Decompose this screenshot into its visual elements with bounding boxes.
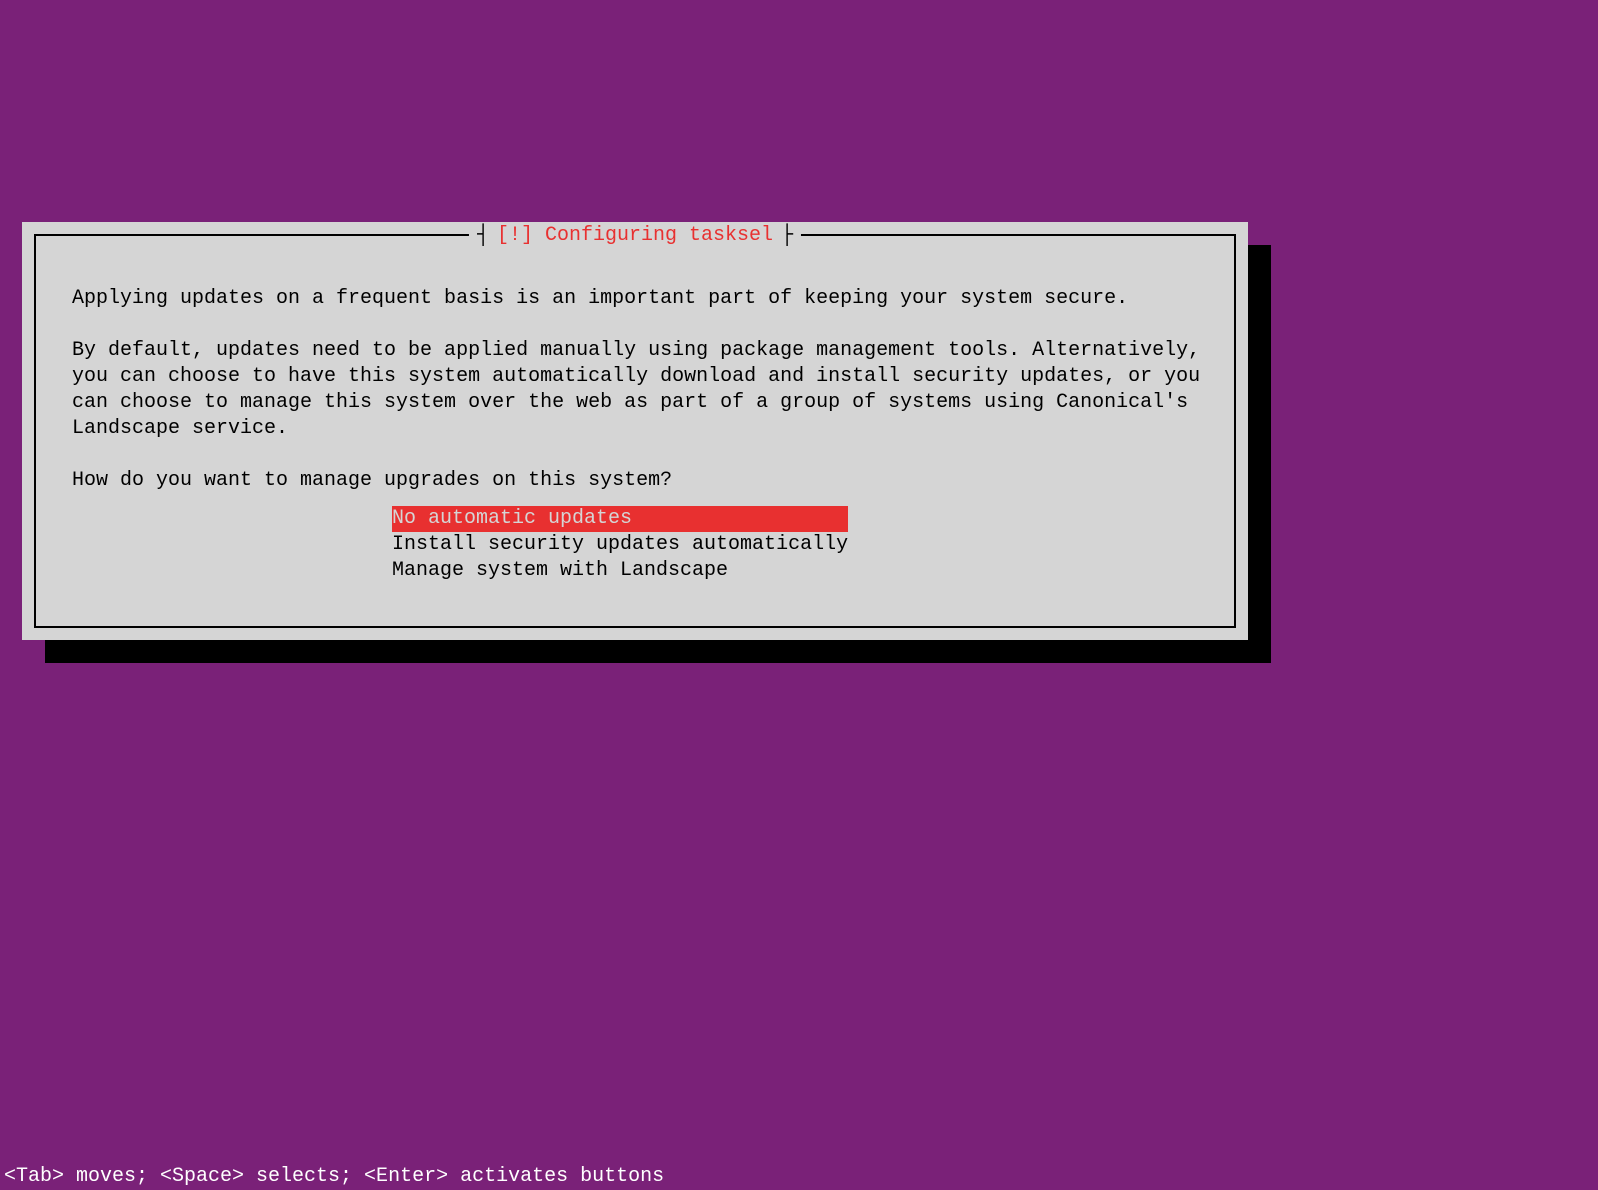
options-list: No automatic updates Install security up… bbox=[392, 506, 848, 584]
title-dash-right: ├ bbox=[781, 224, 793, 247]
footer-hint: <Tab> moves; <Space> selects; <Enter> ac… bbox=[4, 1165, 664, 1188]
dialog-title-wrap: ┤ [!] Configuring tasksel ├ bbox=[469, 224, 801, 247]
option-install-security-updates[interactable]: Install security updates automatically bbox=[392, 532, 848, 558]
option-no-automatic-updates[interactable]: No automatic updates bbox=[392, 506, 848, 532]
dialog-question: How do you want to manage upgrades on th… bbox=[72, 468, 1238, 494]
dialog-body: Applying updates on a frequent basis is … bbox=[72, 286, 1238, 494]
option-manage-with-landscape[interactable]: Manage system with Landscape bbox=[392, 558, 848, 584]
dialog-paragraph-2: By default, updates need to be applied m… bbox=[72, 338, 1238, 442]
dialog-paragraph-1: Applying updates on a frequent basis is … bbox=[72, 286, 1238, 312]
tasksel-dialog: ┤ [!] Configuring tasksel ├ Applying upd… bbox=[22, 222, 1248, 640]
dialog-title: [!] Configuring tasksel bbox=[497, 224, 773, 247]
title-dash-left: ┤ bbox=[477, 224, 489, 247]
